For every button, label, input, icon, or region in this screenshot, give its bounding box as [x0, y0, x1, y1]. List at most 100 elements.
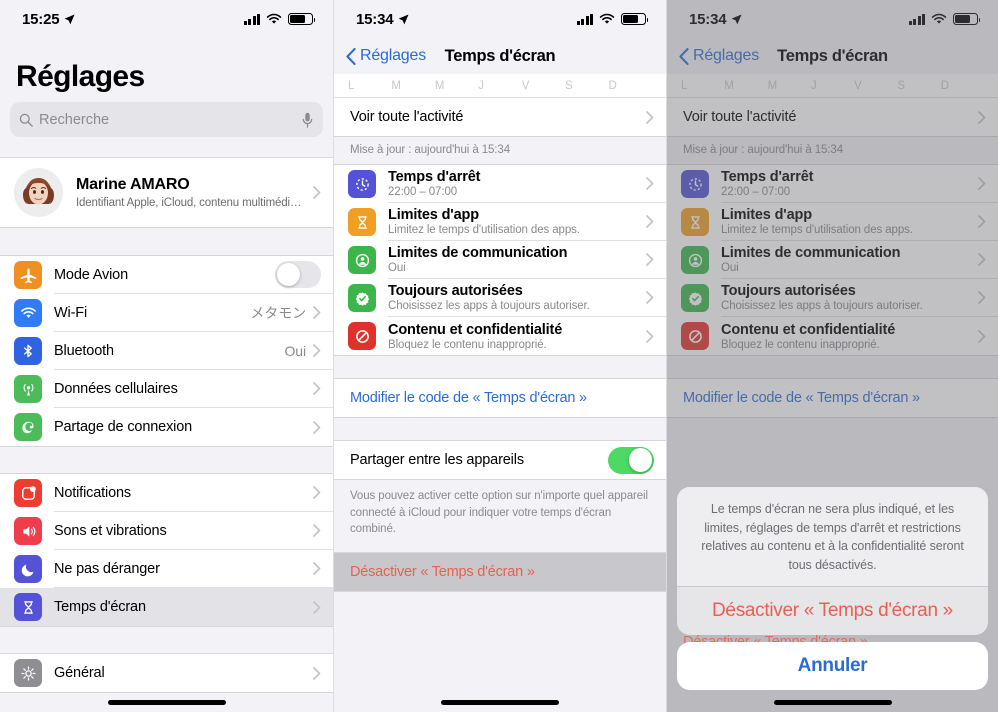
- page-title: Réglages: [16, 60, 145, 93]
- home-indicator[interactable]: [0, 700, 333, 705]
- sidebar-item-label: Bluetooth: [54, 342, 114, 359]
- row-body: Voir toute l'activité: [350, 98, 666, 136]
- feature-label: Temps d'arrêt: [388, 169, 481, 185]
- chevron-right-icon: [646, 253, 654, 266]
- feature-row-limites-dapp[interactable]: Limites d'app Limitez le temps d'utilisa…: [334, 203, 666, 241]
- action-sheet-card: Le temps d'écran ne sera plus indiqué, e…: [677, 487, 988, 635]
- share-row-label: Partager entre les appareils: [350, 452, 524, 468]
- sidebar-item-bluetooth[interactable]: Bluetooth Oui: [0, 332, 333, 370]
- sidebar-item-label: Temps d'écran: [54, 599, 146, 615]
- communication-icon: [348, 246, 376, 274]
- hourglass-icon: [14, 593, 42, 621]
- airplane-icon: [14, 261, 42, 289]
- voir-toute-lactivite-row[interactable]: Voir toute l'activité: [334, 98, 666, 136]
- weekday-label: D: [608, 80, 617, 92]
- row-body: Limites d'app Limitez le temps d'utilisa…: [388, 203, 666, 241]
- search-placeholder: Recherche: [39, 111, 110, 128]
- feature-row-toujours-autorisees[interactable]: Toujours autorisées Choisissez les apps …: [334, 279, 666, 317]
- always-allowed-icon: [348, 284, 376, 312]
- wifi-network-value: メタモン: [250, 304, 306, 321]
- row-body: Temps d'arrêt 22:00 – 07:00: [388, 165, 666, 203]
- feature-sublabel: Choisissez les apps à toujours autoriser…: [388, 300, 590, 312]
- navigation-bar: Réglages Temps d'écran: [334, 38, 666, 74]
- microphone-icon[interactable]: [301, 112, 314, 128]
- feature-label: Limites d'app: [388, 207, 479, 223]
- desactiver-temps-decran-button[interactable]: Désactiver « Temps d'écran »: [334, 552, 666, 593]
- spacer: [0, 228, 333, 255]
- feature-row-contenu-et-confidentialite[interactable]: Contenu et confidentialité Bloquez le co…: [334, 317, 666, 355]
- settings-group-general: Général: [0, 653, 333, 693]
- location-arrow-icon: [399, 13, 409, 24]
- sidebar-item-donnees-cellulaires[interactable]: Données cellulaires: [0, 370, 333, 408]
- sidebar-item-temps-decran[interactable]: Temps d'écran: [0, 588, 333, 626]
- row-body: Temps d'écran: [54, 588, 333, 626]
- status-bar-right: [243, 13, 316, 25]
- weekday-label: J: [478, 80, 485, 92]
- sidebar-item-wifi[interactable]: Wi-Fi メタモン: [0, 294, 333, 332]
- sidebar-item-general[interactable]: Général: [0, 654, 333, 692]
- back-button-label: Réglages: [360, 47, 427, 64]
- sidebar-item-label: Sons et vibrations: [54, 522, 167, 539]
- action-sheet-cancel-button[interactable]: Annuler: [677, 642, 988, 690]
- cellular-icon: [14, 375, 42, 403]
- row-body: Sons et vibrations: [54, 512, 333, 550]
- cellular-signal-icon: [576, 13, 593, 25]
- row-body: Données cellulaires: [54, 370, 333, 408]
- apple-id-profile-row[interactable]: Marine AMARO Identifiant Apple, iCloud, …: [0, 157, 333, 228]
- notifications-icon: [14, 479, 42, 507]
- cellular-signal-icon: [243, 13, 260, 25]
- gear-icon: [14, 659, 42, 687]
- row-body: Mode Avion: [54, 256, 333, 294]
- row-body: Partager entre les appareils: [350, 441, 666, 479]
- chevron-right-icon: [313, 486, 321, 499]
- battery-icon: [288, 13, 316, 25]
- spacer: [0, 627, 333, 653]
- status-bar-left: 15:25: [22, 11, 75, 28]
- modifier-code-link[interactable]: Modifier le code de « Temps d'écran »: [334, 378, 666, 418]
- feature-label: Contenu et confidentialité: [388, 321, 563, 338]
- chevron-right-icon: [313, 420, 321, 434]
- spacer: [0, 147, 333, 157]
- action-sheet-destructive-button[interactable]: Désactiver « Temps d'écran »: [677, 586, 988, 635]
- memoji-avatar-icon: [14, 168, 63, 217]
- status-bar: 15:34: [334, 0, 666, 38]
- share-footnote: Vous pouvez activer cette option sur n'i…: [350, 490, 648, 536]
- three-phone-screenshots: 15:25 Réglages Recherche Marine AMARO Id…: [0, 0, 1000, 712]
- sidebar-item-label: Notifications: [54, 484, 132, 501]
- airplane-mode-toggle[interactable]: [275, 261, 321, 288]
- feature-row-temps-darret[interactable]: Temps d'arrêt 22:00 – 07:00: [334, 165, 666, 203]
- screen-time-features-group: Temps d'arrêt 22:00 – 07:00 Limites d'ap…: [334, 164, 666, 356]
- sidebar-item-label: Wi-Fi: [54, 304, 88, 321]
- home-indicator[interactable]: [334, 700, 666, 705]
- search-input[interactable]: Recherche: [10, 102, 323, 137]
- back-button[interactable]: Réglages: [346, 47, 426, 65]
- home-indicator[interactable]: [667, 700, 998, 705]
- chevron-right-icon: [313, 382, 321, 395]
- sidebar-item-mode-avion[interactable]: Mode Avion: [0, 256, 333, 294]
- feature-label: Limites de communication: [388, 245, 568, 261]
- sidebar-item-label: Mode Avion: [54, 266, 129, 283]
- weekday-label: L: [348, 80, 355, 92]
- sidebar-item-notifications[interactable]: Notifications: [0, 474, 333, 512]
- partager-entre-appareils-row[interactable]: Partager entre les appareils: [334, 441, 666, 479]
- row-texts: Contenu et confidentialité Bloquez le co…: [388, 322, 646, 351]
- sound-icon: [14, 517, 42, 545]
- feature-sublabel: Limitez le temps d'utilisation des apps.: [388, 224, 580, 236]
- feature-row-limites-de-communication[interactable]: Limites de communication Oui: [334, 241, 666, 279]
- row-body: Wi-Fi メタモン: [54, 294, 333, 332]
- activity-row-label: Voir toute l'activité: [350, 109, 464, 125]
- sidebar-item-ne-pas-deranger[interactable]: Ne pas déranger: [0, 550, 333, 588]
- row-body: Général: [54, 654, 333, 692]
- sidebar-item-sons-et-vibrations[interactable]: Sons et vibrations: [0, 512, 333, 550]
- sidebar-item-partage-de-connexion[interactable]: Partage de connexion: [0, 408, 333, 446]
- chevron-right-icon: [313, 666, 321, 680]
- profile-texts: Marine AMARO Identifiant Apple, iCloud, …: [76, 176, 313, 209]
- chevron-right-icon: [313, 186, 321, 199]
- wifi-status-icon: [599, 13, 615, 24]
- share-across-devices-toggle[interactable]: [608, 446, 654, 474]
- spacer: [334, 356, 666, 378]
- chevron-right-icon: [646, 329, 654, 343]
- status-bar: 15:25: [0, 0, 333, 38]
- weekday-label: V: [521, 80, 530, 92]
- status-bar-right: [576, 13, 649, 25]
